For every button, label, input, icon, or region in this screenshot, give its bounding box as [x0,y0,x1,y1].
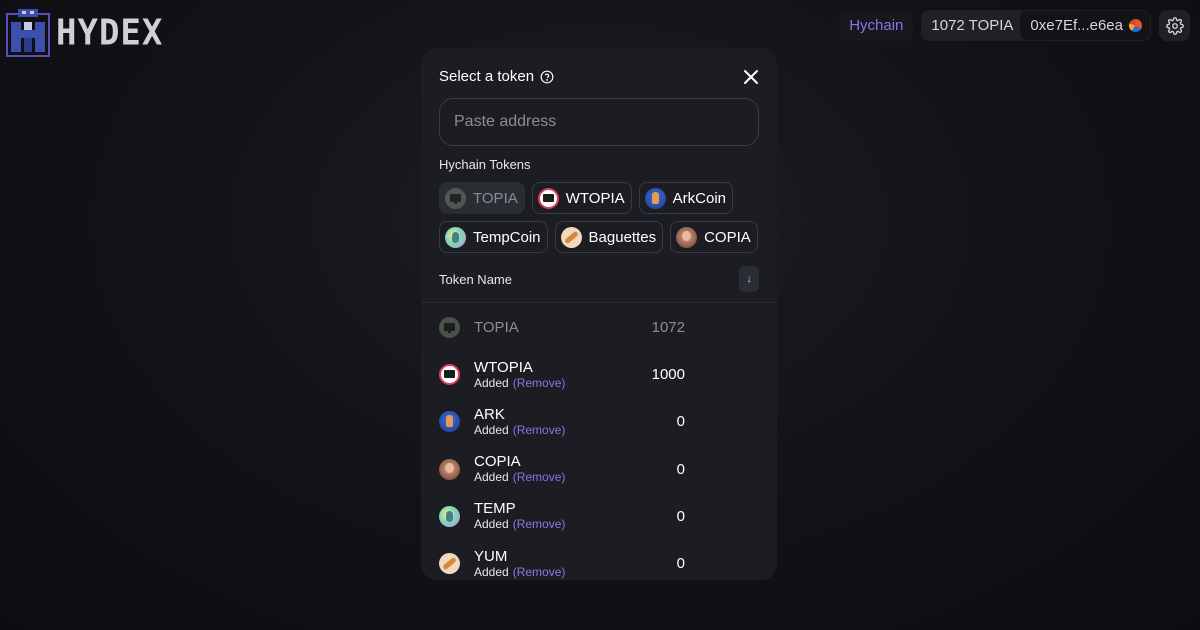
token-balance: 0 [676,460,685,478]
arkcoin-token-icon [644,187,666,209]
token-row-topia[interactable]: TOPIA 1072 [421,304,777,351]
baguettes-token-icon [560,226,582,248]
token-balance: 0 [676,413,685,431]
token-name-column-label: Token Name [439,271,512,287]
chip-label: TempCoin [473,228,541,246]
token-row-wtopia[interactable]: WTOPIA Added (Remove) 1000 [421,351,777,398]
chip-label: ArkCoin [672,189,727,207]
close-button[interactable] [743,69,759,85]
chip-label: TOPIA [473,189,518,207]
token-added-status: Added [474,517,509,532]
remove-token-link[interactable]: (Remove) [513,423,566,437]
arkcoin-token-icon [439,411,460,433]
gear-icon [1165,16,1184,35]
wallet-balance: 1072 TOPIA [931,17,1014,34]
topbar-actions: Hychain 1072 TOPIA 0xe7Ef...e6ea [839,10,1190,41]
token-row-ark[interactable]: ARK Added (Remove) 0 [421,398,777,445]
token-chip-baguettes[interactable]: Baguettes [554,221,664,253]
hychain-tokens-label: Hychain Tokens [439,157,531,172]
token-chip-tempcoin[interactable]: TempCoin [439,221,548,253]
chip-label: Baguettes [588,228,657,246]
topia-token-icon [445,187,466,209]
remove-token-link[interactable]: (Remove) [513,376,566,390]
token-symbol: YUM [474,547,508,565]
token-chip-arkcoin[interactable]: ArkCoin [638,182,734,214]
tempcoin-token-icon [439,505,460,527]
baguettes-token-icon [439,553,460,575]
token-row-temp[interactable]: TEMP Added (Remove) 0 [421,493,777,540]
wtopia-token-icon [537,187,559,209]
logo-wordmark: HYDEX [56,12,164,55]
topia-token-icon [439,317,460,339]
token-symbol: TEMP [474,500,516,518]
remove-token-link[interactable]: (Remove) [513,470,566,484]
token-row-yum[interactable]: YUM Added (Remove) 0 [421,540,777,580]
token-chip-wtopia[interactable]: WTOPIA [531,182,632,214]
wallet-address: 0xe7Ef...e6ea [1030,17,1123,34]
sort-arrow-down-icon[interactable]: ↓ [739,266,759,292]
token-list-header: Token Name ↓ [439,266,759,292]
token-balance: 1072 [651,319,685,337]
remove-token-link[interactable]: (Remove) [513,565,566,579]
modal-title: Select a token [439,68,535,85]
network-selector-button[interactable]: Hychain [839,10,914,41]
select-token-modal: Select a token Hychain Tokens TOPIA WTOP… [421,48,777,580]
wallet-button[interactable]: 1072 TOPIA 0xe7Ef...e6ea [921,10,1151,41]
hydex-logo-mark-icon [6,9,50,57]
settings-button[interactable] [1159,10,1190,41]
token-symbol: TOPIA [474,319,519,337]
token-added-status: Added [474,375,509,390]
token-chip-topia[interactable]: TOPIA [439,182,525,214]
list-divider [421,302,777,303]
chip-label: WTOPIA [565,189,625,207]
token-balance: 0 [676,507,685,525]
token-added-status: Added [474,564,509,579]
tempcoin-token-icon [445,226,466,248]
copia-token-icon [439,458,460,480]
copia-token-icon [676,226,698,248]
token-symbol: COPIA [474,453,521,471]
token-address-search-input[interactable] [439,98,759,146]
hydex-logo[interactable]: HYDEX [6,8,163,58]
close-icon [744,69,758,84]
wallet-address-button[interactable]: 0xe7Ef...e6ea [1020,11,1150,40]
chip-label: COPIA [704,228,751,246]
token-row-copia[interactable]: COPIA Added (Remove) 0 [421,446,777,493]
modal-header: Select a token [439,68,759,85]
token-list: TOPIA 1072 WTOPIA Added (Remove) 1000 ARK… [421,304,777,580]
wtopia-token-icon [439,364,460,386]
token-chip-copia[interactable]: COPIA [670,221,758,253]
token-added-status: Added [474,422,509,437]
help-icon[interactable] [540,70,554,84]
token-symbol: ARK [474,405,505,423]
remove-token-link[interactable]: (Remove) [513,517,566,531]
common-tokens-chips: TOPIA WTOPIA ArkCoin TempCoin Baguettes … [439,182,761,253]
token-balance: 0 [676,555,685,573]
token-symbol: WTOPIA [474,358,533,376]
token-added-status: Added [474,470,509,485]
token-balance: 1000 [651,366,685,384]
wallet-avatar-icon [1129,19,1142,32]
